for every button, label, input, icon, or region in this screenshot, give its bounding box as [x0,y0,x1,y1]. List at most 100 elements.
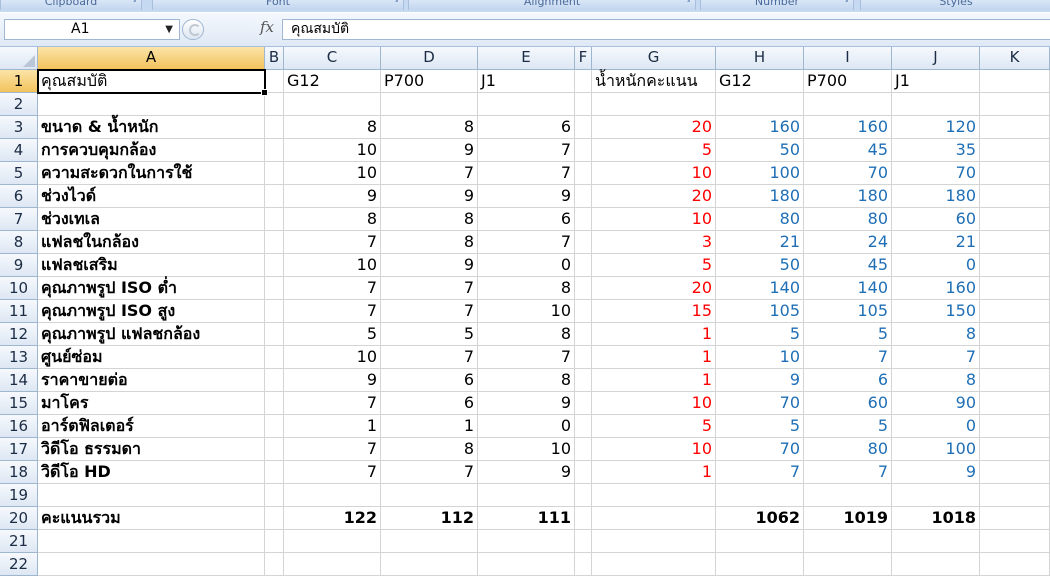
cell-j16[interactable]: 0 [892,415,980,438]
cell-a14[interactable]: ราคาขายต่อ [38,369,265,392]
cell-i2[interactable] [804,93,892,116]
cell-a18[interactable]: วิดีโอ HD [38,461,265,484]
cell-h20[interactable]: 1062 [716,507,804,530]
cell-c15[interactable]: 7 [284,392,381,415]
row-header-18[interactable]: 18 [0,461,38,484]
row-header-8[interactable]: 8 [0,231,38,254]
cell-a1[interactable]: คุณสมบัติ [38,70,265,93]
cell-b4[interactable] [265,139,284,162]
formula-input[interactable]: คุณสมบัติ [282,19,1050,40]
cell-a16[interactable]: อาร์ตฟิลเตอร์ [38,415,265,438]
cell-d6[interactable]: 9 [381,185,478,208]
cell-c6[interactable]: 9 [284,185,381,208]
cell-e17[interactable]: 10 [478,438,575,461]
cell-e14[interactable]: 8 [478,369,575,392]
cell-e8[interactable]: 7 [478,231,575,254]
cell-g16[interactable]: 5 [592,415,716,438]
cell-d12[interactable]: 5 [381,323,478,346]
cell-b2[interactable] [265,93,284,116]
cell-g9[interactable]: 5 [592,254,716,277]
cell-i10[interactable]: 140 [804,277,892,300]
cell-j6[interactable]: 180 [892,185,980,208]
cell-g22[interactable] [592,553,716,576]
cell-k22[interactable] [980,553,1050,576]
cell-h6[interactable]: 180 [716,185,804,208]
column-header-h[interactable]: H [716,47,804,70]
column-header-k[interactable]: K [980,47,1050,70]
column-header-g[interactable]: G [592,47,716,70]
cell-h19[interactable] [716,484,804,507]
dialog-launcher-icon[interactable]: ↘ [130,0,137,4]
cell-c4[interactable]: 10 [284,139,381,162]
cell-e3[interactable]: 6 [478,116,575,139]
cell-i15[interactable]: 60 [804,392,892,415]
cell-j15[interactable]: 90 [892,392,980,415]
ribbon-group-number[interactable]: Number ↘ [700,0,854,10]
cell-c7[interactable]: 8 [284,208,381,231]
cell-b1[interactable] [265,70,284,93]
cell-g6[interactable]: 20 [592,185,716,208]
cell-b3[interactable] [265,116,284,139]
cell-d15[interactable]: 6 [381,392,478,415]
row-header-11[interactable]: 11 [0,300,38,323]
cell-a6[interactable]: ช่วงไวด์ [38,185,265,208]
cell-i6[interactable]: 180 [804,185,892,208]
cell-d11[interactable]: 7 [381,300,478,323]
cell-c21[interactable] [284,530,381,553]
cell-k18[interactable] [980,461,1050,484]
cell-a9[interactable]: แฟลชเสริม [38,254,265,277]
cell-a3[interactable]: ขนาด & น้ำหนัก [38,116,265,139]
cell-i12[interactable]: 5 [804,323,892,346]
cell-d9[interactable]: 9 [381,254,478,277]
cell-d1[interactable]: P700 [381,70,478,93]
cell-a21[interactable] [38,530,265,553]
cell-e7[interactable]: 6 [478,208,575,231]
cell-g12[interactable]: 1 [592,323,716,346]
cell-e19[interactable] [478,484,575,507]
cell-f17[interactable] [575,438,592,461]
cell-k9[interactable] [980,254,1050,277]
cell-h4[interactable]: 50 [716,139,804,162]
cell-f14[interactable] [575,369,592,392]
row-header-1[interactable]: 1 [0,70,38,93]
cell-j21[interactable] [892,530,980,553]
cell-e2[interactable] [478,93,575,116]
cell-a11[interactable]: คุณภาพรูป ISO สูง [38,300,265,323]
cell-k17[interactable] [980,438,1050,461]
cell-h15[interactable]: 70 [716,392,804,415]
cell-k10[interactable] [980,277,1050,300]
cell-i19[interactable] [804,484,892,507]
cell-b7[interactable] [265,208,284,231]
cell-g4[interactable]: 5 [592,139,716,162]
cell-a20[interactable]: คะแนนรวม [38,507,265,530]
cell-c19[interactable] [284,484,381,507]
ribbon-group-styles[interactable]: Styles [860,0,1050,10]
cell-a17[interactable]: วิดีโอ ธรรมดา [38,438,265,461]
cell-f12[interactable] [575,323,592,346]
cell-g21[interactable] [592,530,716,553]
cell-f3[interactable] [575,116,592,139]
cell-f4[interactable] [575,139,592,162]
row-header-10[interactable]: 10 [0,277,38,300]
cell-j5[interactable]: 70 [892,162,980,185]
cell-e4[interactable]: 7 [478,139,575,162]
cell-b14[interactable] [265,369,284,392]
cell-d3[interactable]: 8 [381,116,478,139]
cell-f10[interactable] [575,277,592,300]
cell-b20[interactable] [265,507,284,530]
cell-a8[interactable]: แฟลชในกล้อง [38,231,265,254]
cell-d20[interactable]: 112 [381,507,478,530]
row-header-17[interactable]: 17 [0,438,38,461]
cell-e9[interactable]: 0 [478,254,575,277]
cell-c20[interactable]: 122 [284,507,381,530]
cell-f5[interactable] [575,162,592,185]
cell-j19[interactable] [892,484,980,507]
ribbon-group-alignment[interactable]: Alignment ↘ [408,0,696,10]
cell-g2[interactable] [592,93,716,116]
cell-k16[interactable] [980,415,1050,438]
cell-h14[interactable]: 9 [716,369,804,392]
cell-i5[interactable]: 70 [804,162,892,185]
cell-f8[interactable] [575,231,592,254]
cell-d16[interactable]: 1 [381,415,478,438]
cell-b22[interactable] [265,553,284,576]
